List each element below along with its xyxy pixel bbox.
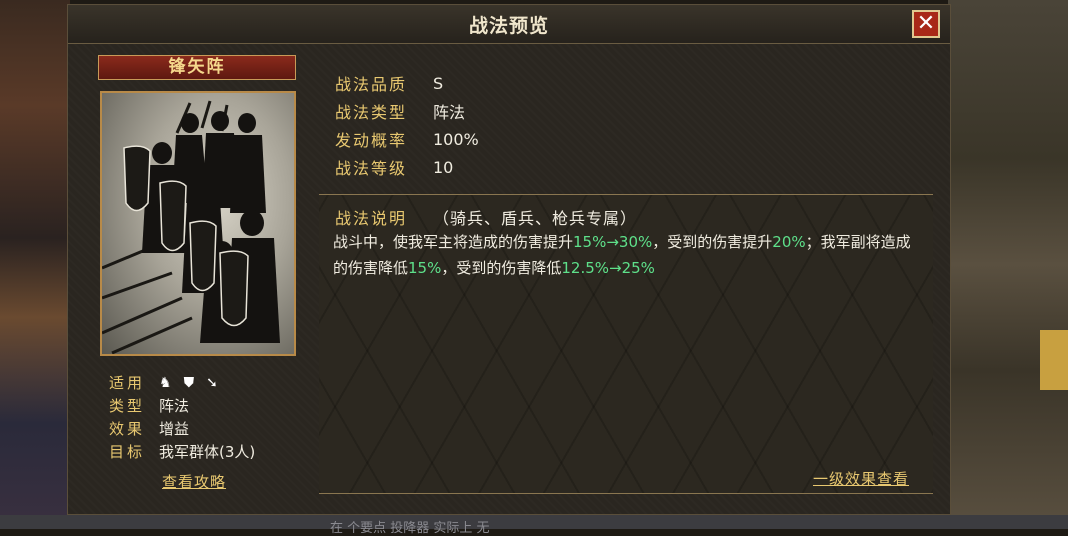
info-key: 效果: [109, 420, 146, 438]
info-key: 类型: [109, 397, 146, 415]
info-key: 适用: [109, 374, 146, 392]
skill-info-list: 适用 ♞ ⛊ ➘ 类型 阵法 效果 增益 目标 我军群体(3人): [109, 371, 255, 463]
dialog-titlebar: 战法预览 ✕: [68, 5, 950, 44]
stat-value: 阵法: [433, 103, 466, 122]
dialog-title: 战法预览: [468, 15, 549, 37]
background-left: [0, 0, 70, 529]
description-text: 战斗中，使我军主将造成的伤害提升15%→30%，受到的伤害提升20%；我军副将造…: [333, 229, 923, 281]
description-header: 战法说明 （骑兵、盾兵、枪兵专属）: [335, 205, 637, 229]
info-value: 增益: [159, 420, 190, 438]
background-caption: 在 个要点 投降器 实际上 无: [330, 521, 490, 536]
stat-row-quality: 战法品质 S: [335, 69, 479, 97]
background-right: [948, 0, 1068, 529]
desc-segment: 战斗中，使我军主将造成的伤害提升: [333, 233, 574, 251]
cavalry-icon: ♞: [159, 374, 172, 391]
info-value: 我军群体(3人): [159, 443, 256, 461]
stat-row-type: 战法类型 阵法: [335, 97, 479, 125]
stat-row-level: 战法等级 10: [335, 153, 479, 181]
stat-key: 战法品质: [335, 75, 408, 94]
spear-icon: ➘: [206, 374, 218, 391]
info-row-target: 目标 我军群体(3人): [109, 440, 255, 463]
stat-value: 10: [433, 157, 454, 177]
skill-preview-dialog: 战法预览 ✕ 锋矢阵 适用 ♞ ⛊ ➘ 类型 阵法 效果 增益 目标 我军群体(…: [67, 4, 951, 515]
skill-card-image: [100, 91, 296, 356]
info-row-type: 类型 阵法: [109, 394, 255, 417]
close-button[interactable]: ✕: [912, 10, 940, 38]
background-bottom: [0, 515, 1068, 529]
skill-stats: 战法品质 S 战法类型 阵法 发动概率 100% 战法等级 10: [335, 69, 479, 181]
info-row-effect: 效果 增益: [109, 417, 255, 440]
background-tab: [1040, 330, 1068, 390]
troop-exclusive-tag: （骑兵、盾兵、枪兵专属）: [433, 209, 638, 228]
desc-highlight: 15%→30%: [573, 233, 653, 251]
info-value: 阵法: [159, 397, 190, 415]
info-key: 目标: [109, 443, 146, 461]
stat-key: 战法等级: [335, 159, 408, 178]
info-row-applicable: 适用 ♞ ⛊ ➘: [109, 371, 255, 394]
shield-icon: ⛊: [183, 374, 195, 391]
stat-value: S: [433, 73, 444, 93]
skill-name: 锋矢阵: [98, 55, 296, 80]
stat-row-probability: 发动概率 100%: [335, 125, 479, 153]
desc-highlight: 12.5%→25%: [561, 259, 655, 277]
desc-highlight: 20%: [772, 233, 806, 251]
stat-key: 发动概率: [335, 131, 408, 150]
troop-type-icons: ♞ ⛊ ➘: [159, 375, 218, 391]
desc-segment: ，受到的伤害提升: [652, 233, 773, 251]
level-one-effects-link[interactable]: 一级效果查看: [813, 468, 909, 489]
stat-value: 100%: [433, 129, 479, 149]
stat-key: 战法类型: [335, 103, 408, 122]
view-guide-link[interactable]: 查看攻略: [162, 471, 226, 492]
skill-description-box: 战法说明 （骑兵、盾兵、枪兵专属） 战斗中，使我军主将造成的伤害提升15%→30…: [319, 194, 933, 494]
desc-segment: ，受到的伤害降低: [441, 259, 562, 277]
desc-highlight: 15%: [408, 259, 442, 277]
description-label: 战法说明: [335, 209, 408, 228]
